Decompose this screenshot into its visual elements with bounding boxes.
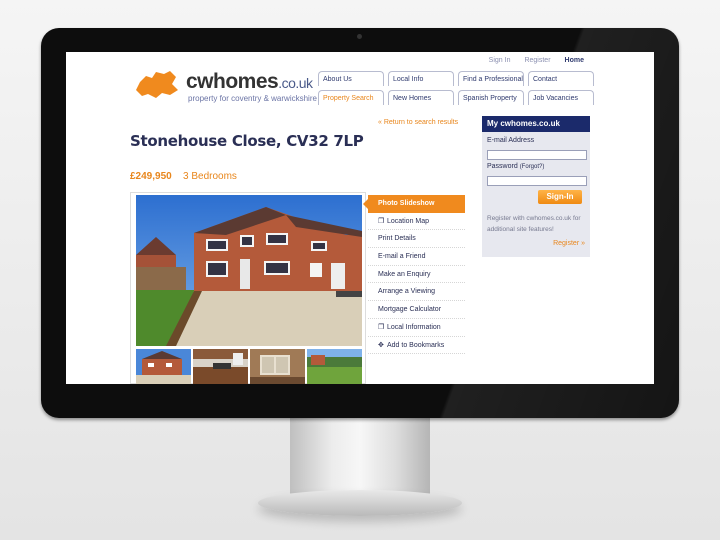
thumbnail-exterior[interactable] — [136, 349, 191, 384]
menu-label: Make an Enquiry — [378, 270, 431, 278]
menu-label: Photo Slideshow — [378, 200, 435, 207]
tab-new-homes[interactable]: New Homes — [388, 90, 454, 105]
browser-viewport: cwhomes.co.uk property for coventry & wa… — [66, 52, 654, 384]
menu-email-friend[interactable]: E-mail a Friend — [368, 248, 465, 266]
property-bedrooms: 3 Bedrooms — [183, 171, 237, 182]
return-to-results-link[interactable]: « Return to search results — [378, 119, 458, 126]
tab-about-us[interactable]: About Us — [318, 71, 384, 86]
tab-property-search[interactable]: Property Search — [318, 90, 384, 105]
menu-label: Mortgage Calculator — [378, 306, 442, 314]
thumbnail-living-room[interactable] — [250, 349, 305, 384]
page-title: Stonehouse Close, CV32 7LP — [130, 132, 364, 150]
menu-add-bookmarks[interactable]: ✥ Add to Bookmarks — [368, 337, 465, 355]
menu-make-enquiry[interactable]: Make an Enquiry — [368, 266, 465, 284]
tab-job-vacancies[interactable]: Job Vacancies — [528, 90, 594, 105]
password-field[interactable] — [487, 176, 587, 186]
site-logo[interactable]: cwhomes.co.uk — [186, 70, 313, 94]
menu-label: Local Information — [387, 323, 441, 331]
tab-spanish-property[interactable]: Spanish Property — [458, 90, 524, 105]
panel-register-link[interactable]: Register » — [553, 240, 585, 247]
tab-local-info[interactable]: Local Info — [388, 71, 454, 86]
menu-location-map[interactable]: ❐ Location Map — [368, 213, 465, 231]
window-icon: ❐ — [378, 323, 385, 331]
password-label: Password — [487, 163, 518, 170]
menu-label: E-mail a Friend — [378, 253, 426, 261]
menu-label: Arrange a Viewing — [378, 288, 436, 296]
email-field[interactable] — [487, 150, 587, 160]
password-label-row: Password (Forgot?) — [487, 163, 544, 170]
menu-mortgage-calculator[interactable]: Mortgage Calculator — [368, 301, 465, 319]
camera-icon — [357, 34, 362, 39]
menu-label: Location Map — [387, 217, 430, 225]
apple-logo-icon — [353, 392, 367, 408]
menu-photo-slideshow[interactable]: Photo Slideshow — [363, 195, 465, 213]
register-link[interactable]: Register — [524, 57, 550, 64]
login-panel-heading: My cwhomes.co.uk — [482, 116, 590, 132]
site-tagline: property for coventry & warwickshire — [188, 94, 317, 103]
property-action-menu: Photo Slideshow ❐ Location Map Print Deta… — [363, 195, 465, 355]
nav-row-1: About Us Local Info Find a Professional … — [318, 71, 598, 86]
logo-domain: .co.uk — [278, 75, 313, 91]
menu-label: Add to Bookmarks — [387, 341, 445, 349]
register-note: Register with cwhomes.co.uk for addition… — [487, 215, 581, 233]
property-price: £249,950 — [130, 171, 172, 182]
login-panel: My cwhomes.co.uk E-mail Address Password… — [482, 116, 590, 257]
map-logo-icon — [136, 71, 178, 98]
star-icon: ✥ — [378, 341, 384, 349]
top-links: Sign In Register Home — [489, 57, 584, 64]
thumbnail-kitchen[interactable] — [193, 349, 248, 384]
sign-in-button[interactable]: Sign-In — [538, 190, 582, 204]
property-main-photo[interactable] — [136, 195, 362, 346]
sign-in-link[interactable]: Sign In — [489, 57, 511, 64]
monitor-stand-foot — [258, 490, 462, 516]
menu-print-details[interactable]: Print Details — [368, 230, 465, 249]
monitor-stand — [290, 415, 430, 497]
thumbnail-garden[interactable] — [307, 349, 362, 384]
menu-arrange-viewing[interactable]: Arrange a Viewing — [368, 283, 465, 302]
photo-thumbnails — [136, 349, 362, 384]
menu-label: Print Details — [378, 235, 416, 243]
tab-find-professional[interactable]: Find a Professional — [458, 71, 524, 86]
forgot-password-link[interactable]: (Forgot?) — [520, 164, 545, 170]
email-label: E-mail Address — [487, 137, 535, 144]
logo-name: cwhomes — [186, 70, 279, 93]
window-icon: ❐ — [378, 217, 385, 225]
menu-local-information[interactable]: ❐ Local Information — [368, 319, 465, 337]
nav-row-2: Property Search New Homes Spanish Proper… — [318, 90, 598, 105]
tab-contact[interactable]: Contact — [528, 71, 594, 86]
home-link[interactable]: Home — [565, 57, 584, 64]
